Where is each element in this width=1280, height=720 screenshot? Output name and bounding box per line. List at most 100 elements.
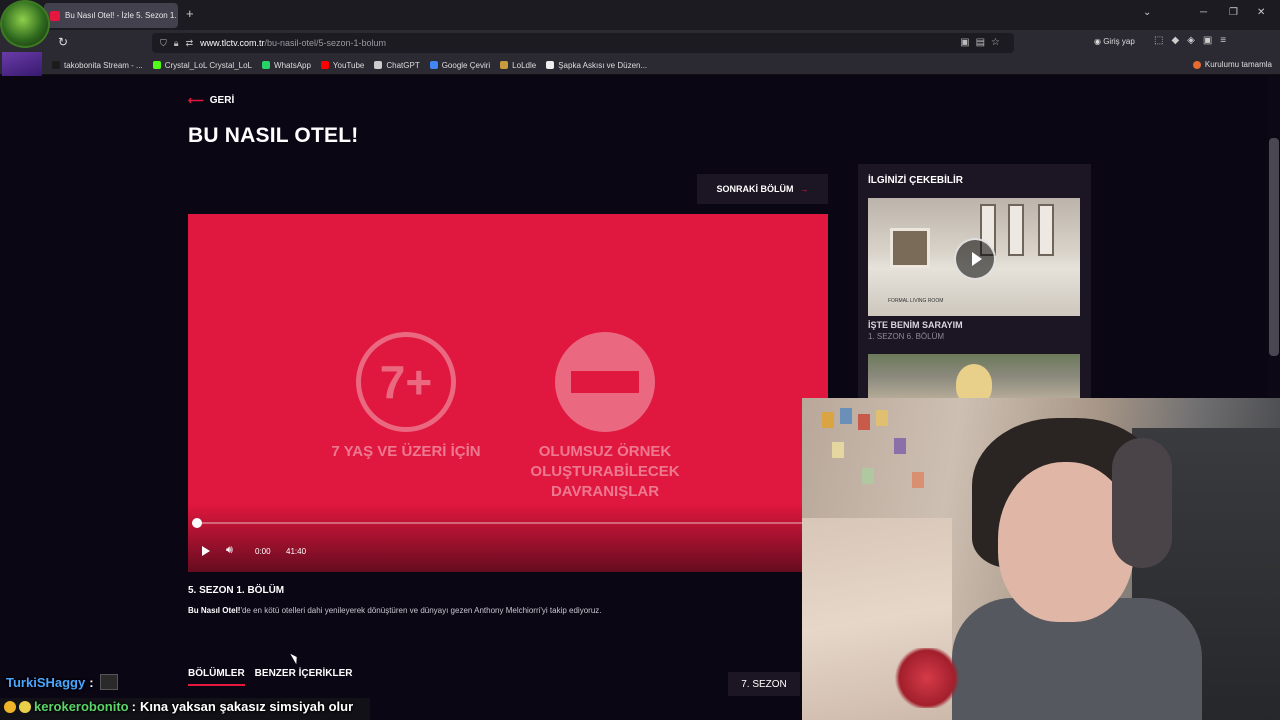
browser-tab-active[interactable]: Bu Nasıl Otel! - İzle 5. Sezon 1. B ✕	[44, 3, 178, 28]
progress-bar[interactable]	[197, 522, 822, 524]
restore-window-icon[interactable]: ❐	[1229, 7, 1238, 18]
signin-button[interactable]: ◉ Giriş yap	[1094, 37, 1135, 46]
bookmark-star-icon[interactable]: ▣▤☆	[960, 37, 1006, 48]
scrollbar-thumb[interactable]	[1269, 138, 1279, 356]
chat-separator: :	[89, 674, 94, 690]
headset-image	[1112, 438, 1172, 568]
permissions-icon[interactable]: ⇄	[186, 38, 194, 49]
tab-list-chevron-icon[interactable]: ⌄	[1143, 7, 1151, 18]
bookmark-item[interactable]: Google Çeviri	[429, 60, 491, 70]
bookmark-favicon-icon	[320, 61, 329, 69]
content-tabs: BÖLÜMLER BENZER İÇERİKLER	[188, 668, 362, 686]
back-label: GERİ	[209, 95, 235, 106]
age-rating-label: 7 YAŞ VE ÜZERİ İÇİN	[331, 443, 481, 460]
bookmark-label: Google Çeviri	[441, 60, 491, 70]
tab-similar[interactable]: BENZER İÇERİKLER	[255, 668, 353, 686]
bookmark-setup[interactable]: Kurulumu tamamla	[1192, 60, 1272, 69]
window-image	[1008, 204, 1024, 256]
progress-handle[interactable]	[192, 518, 202, 528]
play-icon[interactable]	[202, 546, 210, 556]
season-select-button[interactable]: 7. SEZON	[728, 672, 800, 696]
recommendation-thumbnail-2[interactable]	[868, 354, 1080, 400]
bookmark-favicon-icon	[546, 61, 555, 69]
chat-badge-icon	[4, 700, 16, 713]
url-path: /bu-nasil-otel/5-sezon-1-bolum	[264, 38, 387, 48]
bookmark-label: Şapka Askısı ve Düzen...	[558, 60, 648, 70]
extensions-icon[interactable]: ⬚◆◈▣≡	[1154, 35, 1234, 46]
fireplace-image	[890, 228, 930, 268]
chat-separator: :	[131, 699, 136, 714]
url-host: www.tlctv.com.tr	[200, 38, 265, 48]
poster-image	[822, 412, 834, 428]
bookmark-item[interactable]: ChatGPT	[374, 60, 420, 70]
recommendation-subtitle: 1. SEZON 6. BÖLÜM	[868, 332, 945, 341]
bookmark-favicon-icon	[374, 61, 383, 69]
bookmark-favicon-icon	[262, 61, 271, 69]
poster-image	[858, 414, 870, 430]
no-entry-icon	[555, 332, 655, 432]
chat-badge-icon	[19, 700, 31, 713]
close-window-icon[interactable]: ✕	[1257, 7, 1265, 18]
next-episode-label: SONRAKİ BÖLÜM	[716, 184, 794, 194]
video-player[interactable]: 7+ 7 YAŞ VE ÜZERİ İÇİN OLUMSUZ ÖRNEK OLU…	[188, 214, 828, 572]
bookmark-item[interactable]: YouTube	[320, 60, 365, 70]
bookmark-item[interactable]: Crystal_LoL Crystal_LoL	[152, 60, 253, 70]
episode-desc-rest: 'de en kötü otelleri dahi yenileyerek dö…	[240, 606, 602, 615]
screen: Bu Nasıl Otel! - İzle 5. Sezon 1. B ✕ + …	[0, 0, 1280, 720]
minimize-window-icon[interactable]: ─	[1200, 7, 1207, 18]
bookmark-label: ChatGPT	[386, 60, 420, 70]
bookmark-label: YouTube	[332, 60, 365, 70]
episode-description: Bu Nasıl Otel!'de en kötü otelleri dahi …	[188, 606, 602, 615]
volume-icon[interactable]: 🔊︎	[226, 544, 233, 557]
bookmark-item[interactable]: WhatsApp	[262, 61, 311, 70]
reload-icon[interactable]: ↻	[58, 35, 68, 49]
webcam-overlay	[802, 398, 1280, 720]
bookmark-label: Crystal_LoL Crystal_LoL	[164, 60, 253, 70]
play-circle-icon[interactable]	[954, 238, 996, 280]
next-episode-button[interactable]: SONRAKİ BÖLÜM →	[697, 174, 828, 204]
controls-shade	[188, 504, 828, 572]
browser-nav-bar: ↻ ⛉ 🔒︎ ⇄ www.tlctv.com.tr /bu-nasil-otel…	[0, 30, 1280, 56]
account-icon: ◉	[1094, 37, 1104, 46]
tlc-favicon-icon	[50, 10, 60, 21]
bookmark-favicon-icon	[152, 61, 161, 69]
bookmark-item[interactable]: takobonita Stream - ...	[52, 61, 143, 70]
signin-label: Giriş yap	[1103, 37, 1135, 46]
chat-message: TurkiSHaggy :	[6, 674, 118, 690]
chat-emote-icon	[99, 674, 118, 690]
poster-image	[912, 472, 924, 488]
bookmark-label: WhatsApp	[274, 60, 311, 70]
duration: 41:40	[286, 547, 307, 556]
thumbnail-caption: FORMAL LIVING ROOM	[888, 298, 944, 304]
bookmark-item[interactable]: Şapka Askısı ve Düzen...	[546, 61, 647, 70]
chat-text: Kına yaksan şakasız simsiyah olur	[139, 699, 354, 714]
address-bar[interactable]: ⛉ 🔒︎ ⇄ www.tlctv.com.tr /bu-nasil-otel/5…	[152, 33, 1014, 53]
episode-desc-show: Bu Nasıl Otel!	[188, 606, 241, 615]
recommendation-title[interactable]: İŞTE BENİM SARAYIM	[868, 320, 963, 330]
new-tab-icon[interactable]: +	[186, 6, 194, 21]
recommendations-panel: İLGİNİZİ ÇEKEBİLİR FORMAL LIVING ROOM İŞ…	[858, 164, 1091, 400]
bookmark-label: takobonita Stream - ...	[64, 60, 143, 70]
person-image	[956, 364, 992, 400]
poster-image	[876, 410, 888, 426]
firefox-icon	[1192, 60, 1201, 69]
tab-title: Bu Nasıl Otel! - İzle 5. Sezon 1. B	[65, 11, 178, 20]
back-link[interactable]: ⟵ GERİ	[188, 94, 234, 107]
poster-image	[840, 408, 852, 424]
chat-message: kerokerobonito : Kına yaksan şakasız sim…	[4, 699, 353, 714]
browser-tab-bar: Bu Nasıl Otel! - İzle 5. Sezon 1. B ✕ + …	[0, 0, 1280, 30]
warning-block: OLUMSUZ ÖRNEK OLUŞTURABİLECEK DAVRANIŞLA…	[505, 332, 705, 502]
bookmark-label: LoLdle	[512, 60, 537, 70]
bookmark-favicon-icon	[500, 61, 509, 69]
recommendation-thumbnail[interactable]: FORMAL LIVING ROOM	[868, 198, 1080, 316]
warning-label: OLUMSUZ ÖRNEK OLUŞTURABİLECEK DAVRANIŞLA…	[530, 443, 680, 500]
bookmark-favicon-icon	[429, 61, 438, 69]
arrow-right-icon: →	[799, 184, 809, 194]
bookmark-favicon-icon	[52, 61, 60, 69]
bookmark-item[interactable]: LoLdle	[500, 61, 536, 70]
tab-episodes[interactable]: BÖLÜMLER	[188, 668, 245, 686]
current-time: 0:00	[255, 547, 271, 556]
episode-title: 5. SEZON 1. BÖLÜM	[188, 585, 285, 596]
red-object-image	[892, 648, 962, 708]
bookmarks-bar: takobonita Stream - ... Crystal_LoL Cryst…	[0, 56, 1280, 75]
